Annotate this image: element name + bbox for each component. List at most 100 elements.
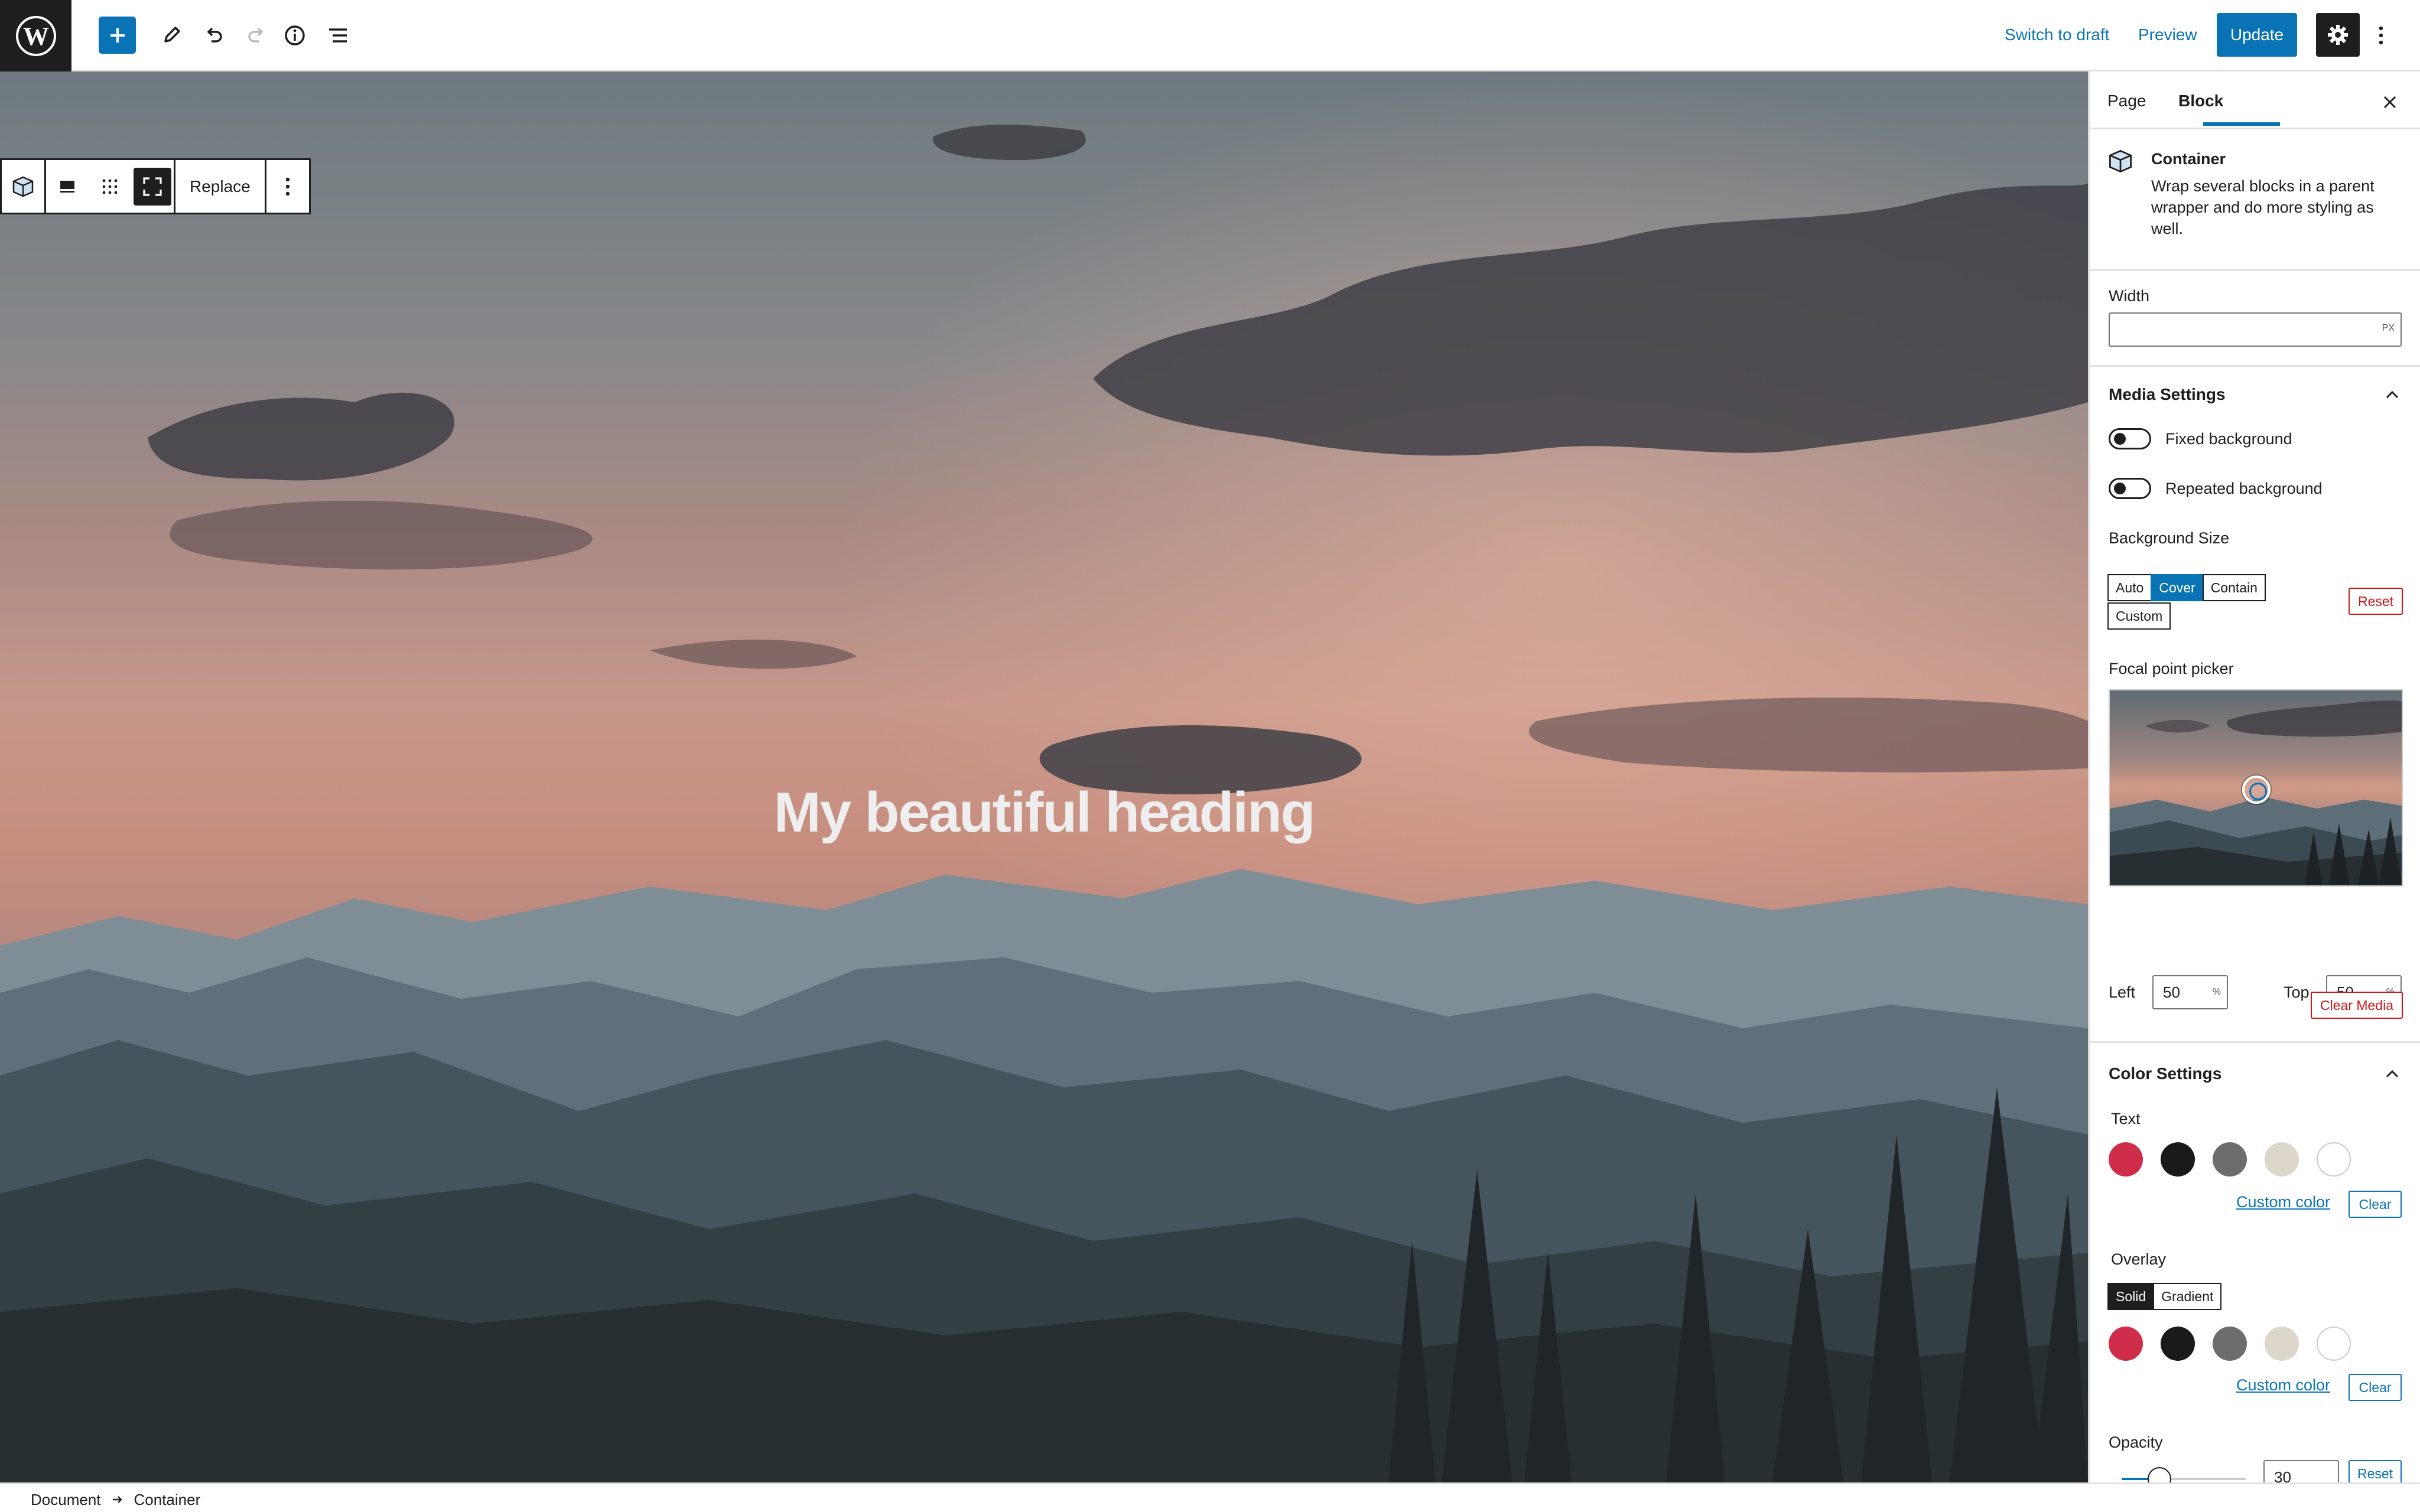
block-card-title: Container bbox=[2151, 150, 2226, 168]
repeated-background-toggle[interactable] bbox=[2109, 478, 2151, 499]
list-view-icon bbox=[328, 28, 347, 43]
text-swatch-red[interactable] bbox=[2109, 1142, 2143, 1177]
focal-point-picker[interactable] bbox=[2109, 689, 2403, 887]
overlay-mode-solid[interactable]: Solid bbox=[2107, 1283, 2155, 1310]
overlay-swatch-gray[interactable] bbox=[2213, 1327, 2247, 1361]
preview-button[interactable]: Preview bbox=[2138, 22, 2197, 47]
update-button[interactable]: Update bbox=[2217, 13, 2297, 57]
undo-icon bbox=[207, 27, 222, 43]
full-height-toggle[interactable] bbox=[131, 160, 174, 213]
editor-top-bar: W Switch to draft Preview Update bbox=[0, 0, 2420, 71]
divider bbox=[2090, 1041, 2420, 1043]
opacity-input[interactable]: 30 bbox=[2263, 1460, 2339, 1482]
background-size-options-row2: Custom bbox=[2107, 602, 2171, 630]
full-height-active-bg bbox=[134, 167, 171, 206]
redo-icon bbox=[248, 27, 263, 43]
opacity-slider-thumb[interactable] bbox=[2148, 1467, 2171, 1482]
container-block-icon bbox=[2109, 149, 2132, 173]
divider bbox=[2090, 365, 2420, 367]
background-size-options: Auto Cover Contain bbox=[2107, 574, 2266, 601]
fullscreen-icon bbox=[143, 177, 162, 196]
arrow-right-icon bbox=[112, 1496, 122, 1503]
media-settings-toggle[interactable] bbox=[2380, 383, 2404, 406]
clear-media-button[interactable]: Clear Media bbox=[2311, 992, 2403, 1019]
background-size-reset-button[interactable]: Reset bbox=[2349, 588, 2403, 615]
breadcrumb-item-container[interactable]: Container bbox=[134, 1489, 201, 1510]
width-label: Width bbox=[2109, 287, 2150, 305]
divider bbox=[2090, 269, 2420, 271]
tab-block[interactable]: Block bbox=[2178, 89, 2223, 113]
breadcrumb-item-document[interactable]: Document bbox=[31, 1489, 101, 1510]
overlay-swatch-white[interactable] bbox=[2317, 1327, 2351, 1361]
focal-left-label: Left bbox=[2109, 983, 2136, 1001]
color-settings-toggle[interactable] bbox=[2380, 1062, 2404, 1086]
editor-footer: Document Container bbox=[0, 1482, 2420, 1512]
wordpress-logo-button[interactable]: W bbox=[0, 0, 71, 71]
overlay-custom-color-link[interactable]: Custom color bbox=[2236, 1376, 2330, 1394]
active-tab-indicator bbox=[2203, 122, 2280, 126]
plus-icon bbox=[110, 28, 125, 43]
width-input[interactable]: PX bbox=[2109, 312, 2402, 347]
replace-group: Replace bbox=[175, 160, 266, 213]
overlay-mode-gradient[interactable]: Gradient bbox=[2153, 1283, 2222, 1310]
more-vertical-icon bbox=[285, 177, 290, 195]
tools-button[interactable] bbox=[152, 17, 190, 54]
overlay-label: Overlay bbox=[2111, 1250, 2167, 1268]
focal-point-handle[interactable] bbox=[2242, 775, 2271, 804]
more-options-group bbox=[266, 160, 309, 213]
settings-button[interactable] bbox=[2316, 13, 2360, 57]
text-swatch-beige[interactable] bbox=[2265, 1142, 2299, 1177]
breadcrumb: Document Container bbox=[31, 1489, 200, 1510]
opacity-reset-button[interactable]: Reset bbox=[2349, 1460, 2402, 1482]
overlay-swatch-red[interactable] bbox=[2109, 1327, 2143, 1361]
overlay-swatch-beige[interactable] bbox=[2265, 1327, 2299, 1361]
size-option-cover[interactable]: Cover bbox=[2151, 574, 2204, 601]
size-option-contain[interactable]: Contain bbox=[2202, 574, 2266, 601]
settings-sidebar: Page Block Container Wrap several blocks… bbox=[2088, 71, 2420, 1482]
block-alignment-group bbox=[46, 160, 175, 213]
toggle-knob bbox=[2114, 433, 2126, 445]
cover-background-image bbox=[0, 71, 2088, 1482]
focal-left-value: 50 bbox=[2163, 983, 2180, 1001]
focal-point-label: Focal point picker bbox=[2109, 660, 2234, 677]
svg-text:W: W bbox=[23, 22, 49, 51]
repeated-background-label: Repeated background bbox=[2165, 480, 2323, 497]
wordpress-logo-icon: W bbox=[15, 15, 56, 56]
color-settings-title[interactable]: Color Settings bbox=[2109, 1062, 2221, 1086]
fixed-background-toggle[interactable] bbox=[2109, 428, 2151, 449]
text-swatch-black[interactable] bbox=[2161, 1142, 2195, 1177]
text-swatch-gray[interactable] bbox=[2213, 1142, 2247, 1177]
list-view-button[interactable] bbox=[319, 17, 356, 54]
text-color-clear-button[interactable]: Clear bbox=[2349, 1191, 2402, 1218]
text-swatch-white[interactable] bbox=[2317, 1142, 2351, 1177]
undo-button[interactable] bbox=[195, 17, 232, 54]
options-menu-button[interactable] bbox=[2369, 17, 2393, 54]
text-color-label: Text bbox=[2111, 1110, 2141, 1128]
focal-grid-button[interactable] bbox=[89, 160, 131, 213]
overlay-color-clear-button[interactable]: Clear bbox=[2349, 1374, 2402, 1401]
block-type-button[interactable] bbox=[2, 160, 44, 213]
overlay-swatch-black[interactable] bbox=[2161, 1327, 2195, 1361]
more-vertical-icon bbox=[2379, 26, 2383, 44]
switch-to-draft-button[interactable]: Switch to draft bbox=[2005, 22, 2109, 47]
media-settings-title[interactable]: Media Settings bbox=[2109, 383, 2226, 406]
editor-canvas[interactable]: My beautiful heading Replace bbox=[0, 71, 2088, 1482]
focal-left-input[interactable]: 50 % bbox=[2152, 975, 2228, 1009]
redo-button[interactable] bbox=[238, 17, 275, 54]
size-option-auto[interactable]: Auto bbox=[2107, 574, 2152, 601]
block-toolbar: Replace bbox=[0, 158, 311, 214]
block-options-button[interactable] bbox=[266, 160, 309, 213]
close-sidebar-button[interactable] bbox=[2373, 86, 2406, 119]
overlay-mode-options: Solid Gradient bbox=[2107, 1283, 2222, 1310]
cover-heading[interactable]: My beautiful heading bbox=[0, 780, 2088, 845]
focal-left-unit: % bbox=[2212, 987, 2221, 997]
add-block-button[interactable] bbox=[99, 17, 136, 54]
tab-page[interactable]: Page bbox=[2107, 89, 2146, 113]
size-option-custom[interactable]: Custom bbox=[2107, 602, 2171, 630]
details-button[interactable] bbox=[276, 17, 313, 54]
replace-media-button[interactable]: Replace bbox=[175, 160, 265, 213]
text-custom-color-link[interactable]: Custom color bbox=[2236, 1193, 2330, 1211]
content-position-button[interactable] bbox=[46, 160, 89, 213]
background-size-label: Background Size bbox=[2109, 529, 2230, 547]
info-icon bbox=[284, 25, 305, 45]
